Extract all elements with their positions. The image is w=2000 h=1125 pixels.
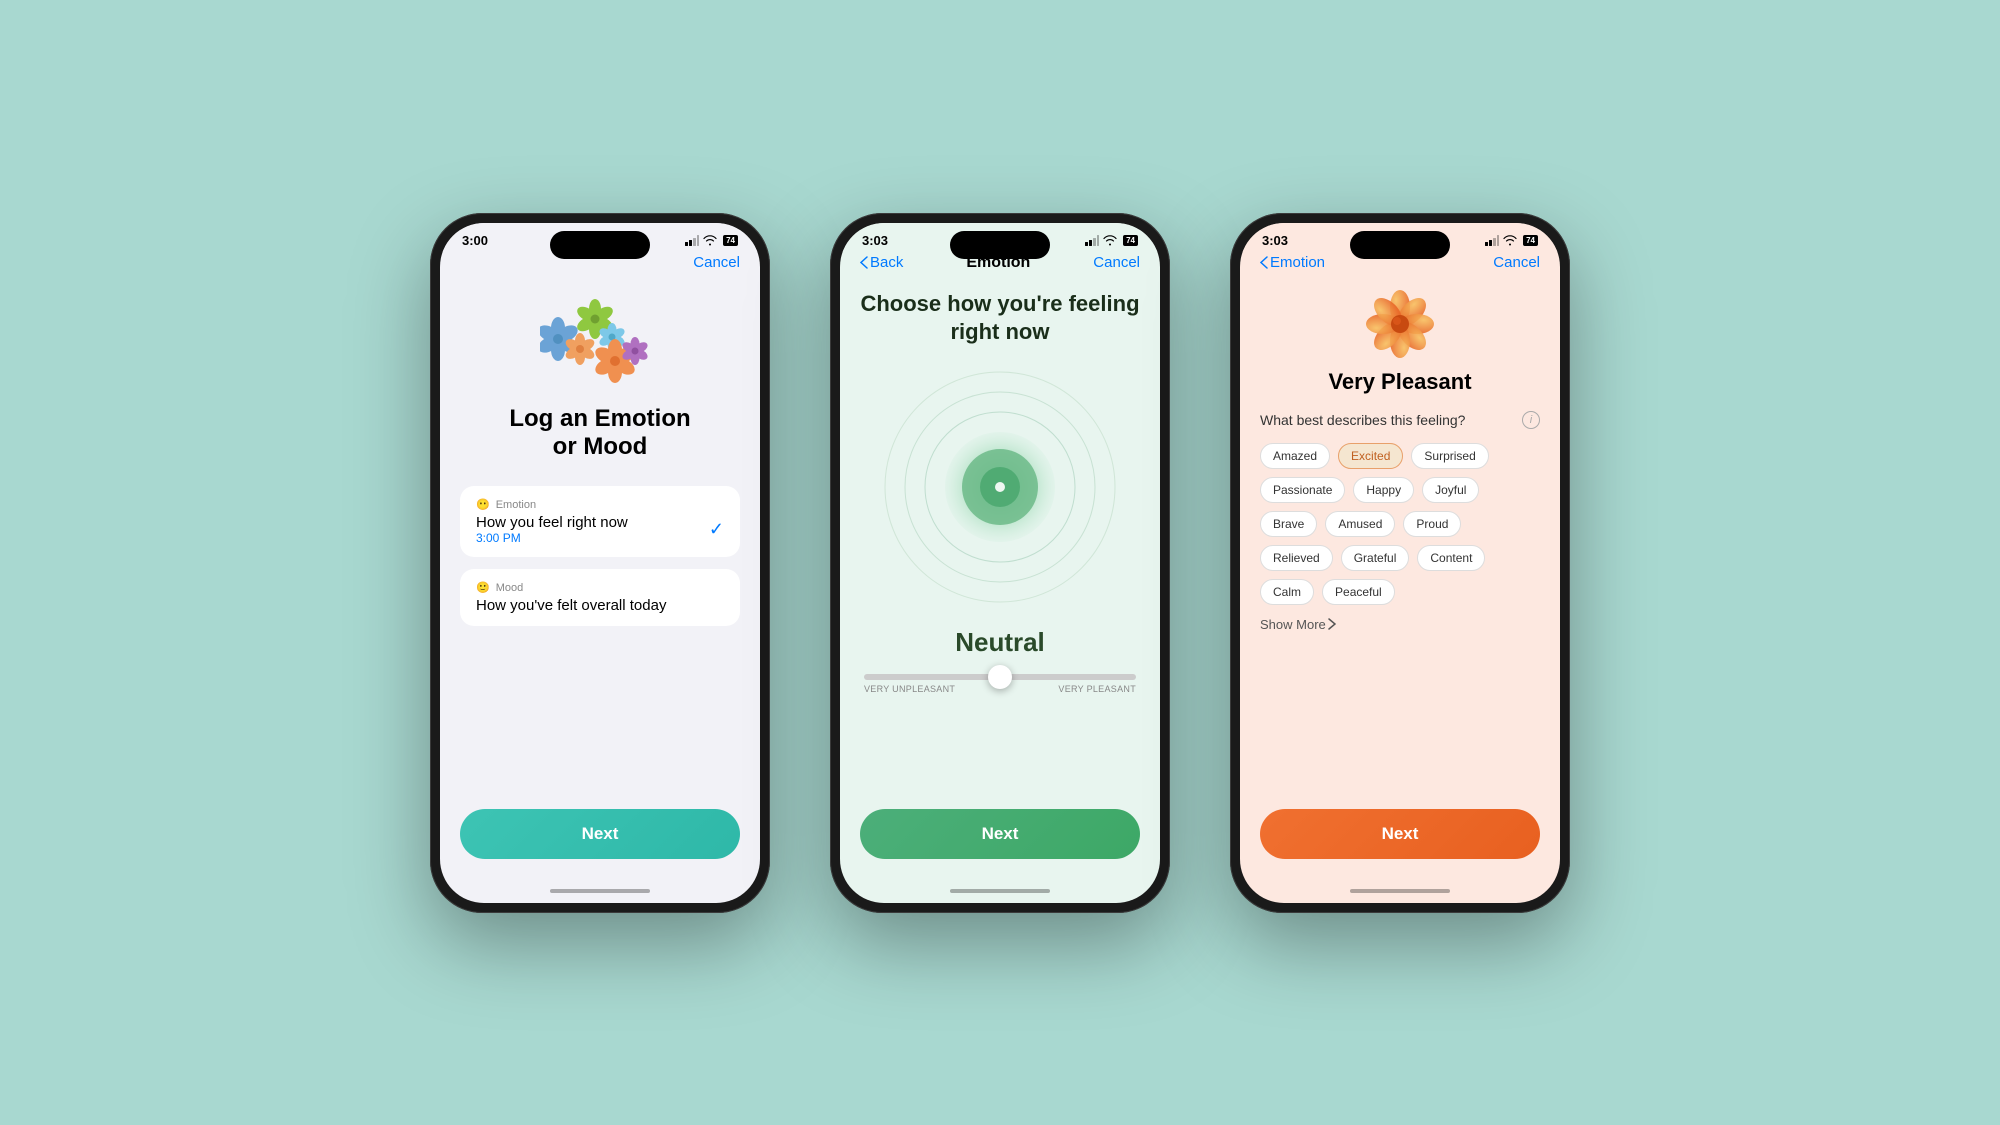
signal-icon-1 — [685, 235, 699, 246]
dynamic-island-2 — [950, 231, 1050, 259]
status-icons-1: 74 — [685, 235, 738, 246]
tag-passionate[interactable]: Passionate — [1260, 477, 1345, 503]
emotion-option-card[interactable]: 😶 Emotion How you feel right now 3:00 PM… — [460, 486, 740, 557]
emotion-time: 3:00 PM — [476, 531, 628, 545]
show-more-btn[interactable]: Show More — [1260, 617, 1336, 632]
home-bar-2 — [950, 889, 1050, 893]
home-indicator-2 — [840, 879, 1160, 903]
emotion-value: Neutral — [955, 627, 1045, 658]
mood-option-header: 🙂 Mood — [476, 581, 724, 594]
tag-proud[interactable]: Proud — [1403, 511, 1461, 537]
feeling-label: Very Pleasant — [1328, 369, 1471, 395]
tag-content[interactable]: Content — [1417, 545, 1485, 571]
next-btn-3[interactable]: Next — [1260, 809, 1540, 859]
emotion-circle — [880, 367, 1120, 607]
slider-left-label: VERY UNPLEASANT — [864, 684, 955, 694]
checkmark-icon: ✓ — [709, 519, 724, 540]
time-1: 3:00 — [462, 233, 488, 248]
battery-2: 74 — [1123, 235, 1138, 246]
concentric-circles-svg — [880, 367, 1120, 607]
info-icon[interactable]: i — [1522, 411, 1540, 429]
phone-1-wrapper: 3:00 74 — [430, 213, 770, 913]
tag-brave[interactable]: Brave — [1260, 511, 1317, 537]
tag-joyful[interactable]: Joyful — [1422, 477, 1479, 503]
slider-thumb[interactable] — [988, 665, 1012, 689]
cancel-btn-3[interactable]: Cancel — [1493, 254, 1540, 271]
home-indicator-1 — [440, 879, 760, 903]
emotion-tags: Amazed Excited Surprised Passionate Happ… — [1260, 443, 1540, 605]
tag-amused[interactable]: Amused — [1325, 511, 1395, 537]
phone-2: 3:03 74 — [830, 213, 1170, 913]
slider-container: VERY UNPLEASANT VERY PLEASANT — [860, 674, 1140, 694]
home-indicator-3 — [1240, 879, 1560, 903]
back-btn-3[interactable]: Emotion — [1260, 254, 1325, 271]
p2-body: Choose how you're feeling right now — [840, 280, 1160, 809]
emotion-desc: How you feel right now — [476, 514, 628, 531]
feeling-question: What best describes this feeling? — [1260, 412, 1465, 428]
mood-option-card[interactable]: 🙂 Mood How you've felt overall today — [460, 569, 740, 626]
mood-desc: How you've felt overall today — [476, 597, 724, 614]
cancel-btn-2[interactable]: Cancel — [1093, 254, 1140, 271]
home-bar-3 — [1350, 889, 1450, 893]
tag-grateful[interactable]: Grateful — [1341, 545, 1410, 571]
tag-peaceful[interactable]: Peaceful — [1322, 579, 1395, 605]
wifi-icon-3 — [1503, 235, 1517, 246]
battery-3: 74 — [1523, 235, 1538, 246]
tag-surprised[interactable]: Surprised — [1411, 443, 1488, 469]
p1-body: Log an Emotion or Mood 😶 Emotion How you… — [440, 279, 760, 809]
wifi-icon-1 — [703, 235, 717, 246]
time-3: 3:03 — [1262, 233, 1288, 248]
signal-icon-2 — [1085, 235, 1099, 246]
dynamic-island-1 — [550, 231, 650, 259]
next-btn-1[interactable]: Next — [460, 809, 740, 859]
phone-3: 3:03 74 — [1230, 213, 1570, 913]
next-btn-2[interactable]: Next — [860, 809, 1140, 859]
orange-flower-svg — [1365, 289, 1435, 359]
orange-flower — [1365, 289, 1435, 359]
battery-1: 74 — [723, 235, 738, 246]
phone-1: 3:00 74 — [430, 213, 770, 913]
emotion-face-icon: 😶 — [476, 498, 490, 511]
status-icons-2: 74 — [1085, 235, 1138, 246]
tag-relieved[interactable]: Relieved — [1260, 545, 1333, 571]
back-chevron-icon — [860, 256, 868, 269]
phone-2-screen: 3:03 74 — [840, 223, 1160, 903]
phone-2-wrapper: 3:03 74 — [830, 213, 1170, 913]
phone-3-wrapper: 3:03 74 — [1230, 213, 1570, 913]
p3-body: Very Pleasant What best describes this f… — [1240, 279, 1560, 809]
flower-cluster — [540, 299, 660, 389]
tag-calm[interactable]: Calm — [1260, 579, 1314, 605]
back-chevron-icon-3 — [1260, 256, 1268, 269]
p1-title: Log an Emotion or Mood — [509, 405, 690, 463]
signal-icon-3 — [1485, 235, 1499, 246]
tag-amazed[interactable]: Amazed — [1260, 443, 1330, 469]
flower-cluster-svg — [540, 299, 660, 389]
slider-track[interactable] — [864, 674, 1136, 680]
wifi-icon-2 — [1103, 235, 1117, 246]
show-more-chevron-icon — [1328, 618, 1336, 630]
back-btn-2[interactable]: Back — [860, 254, 903, 271]
slider-right-label: VERY PLEASANT — [1058, 684, 1136, 694]
tag-excited[interactable]: Excited — [1338, 443, 1403, 469]
status-icons-3: 74 — [1485, 235, 1538, 246]
phone-1-screen: 3:00 74 — [440, 223, 760, 903]
dynamic-island-3 — [1350, 231, 1450, 259]
emotion-option-header: 😶 Emotion — [476, 498, 724, 511]
question-row: What best describes this feeling? i — [1260, 411, 1540, 429]
cancel-btn-1[interactable]: Cancel — [693, 254, 740, 271]
phone-3-screen: 3:03 74 — [1240, 223, 1560, 903]
home-bar-1 — [550, 889, 650, 893]
p2-title: Choose how you're feeling right now — [860, 290, 1140, 347]
mood-face-icon: 🙂 — [476, 581, 490, 594]
tag-happy[interactable]: Happy — [1353, 477, 1414, 503]
time-2: 3:03 — [862, 233, 888, 248]
